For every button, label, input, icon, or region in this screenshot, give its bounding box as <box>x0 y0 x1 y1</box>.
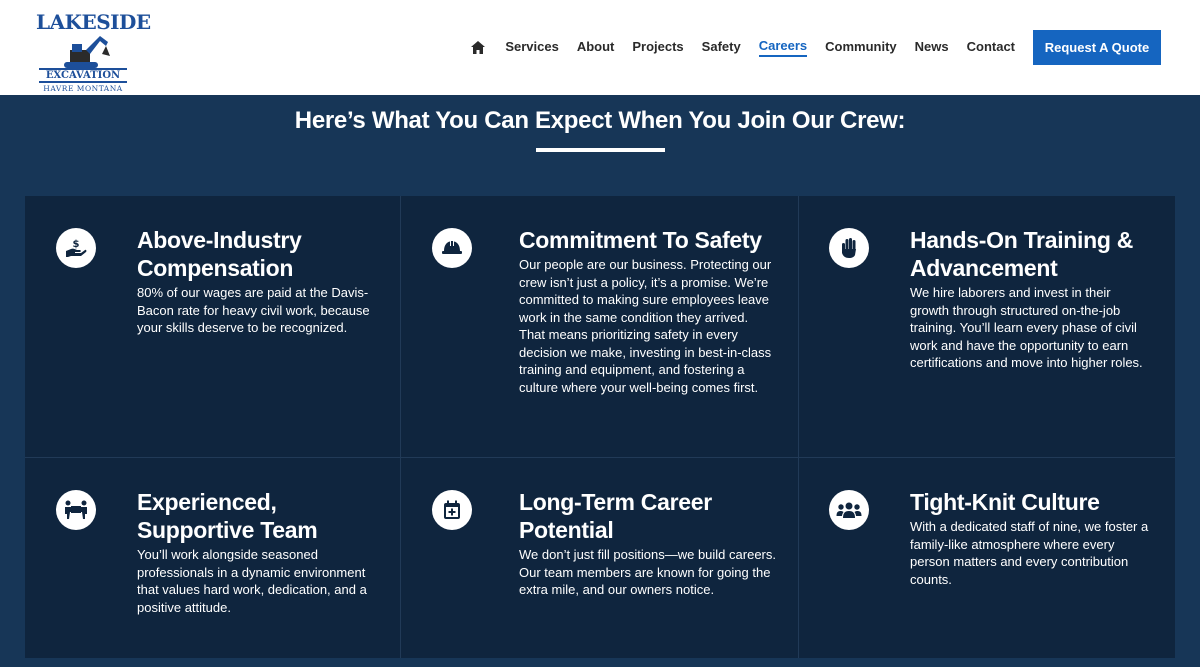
nav-contact[interactable]: Contact <box>967 39 1015 56</box>
card-title: Above-Industry Compensation <box>137 227 302 281</box>
calendar-plus-icon <box>432 490 472 530</box>
logo-band: EXCAVATION <box>39 68 127 83</box>
section-title: Here’s What You Can Expect When You Join… <box>294 107 906 134</box>
benefits-grid: $ Above-Industry Compensation 80% of our… <box>25 196 1175 658</box>
benefit-card-culture: Tight-Knit Culture With a dedicated staf… <box>799 458 1175 658</box>
nav-careers[interactable]: Careers <box>758 38 808 57</box>
site-header: LAKESIDE EXCAVATION HAVRE MONTANA Servic… <box>0 0 1200 95</box>
people-carry-icon <box>56 490 96 530</box>
card-text: We hire laborers and invest in their gro… <box>910 285 1143 370</box>
excavator-icon <box>64 36 110 68</box>
card-title: Tight-Knit Culture <box>910 489 1100 515</box>
nav-about[interactable]: About <box>577 39 615 56</box>
nav-services[interactable]: Services <box>505 39 559 56</box>
logo-wordmark: LAKESIDE <box>36 10 151 34</box>
card-title: Experienced, Supportive Team <box>137 489 318 543</box>
nav-community[interactable]: Community <box>825 39 897 56</box>
benefit-card-team: Experienced, Supportive Team You’ll work… <box>25 458 401 658</box>
card-text: 80% of our wages are paid at the Davis-B… <box>137 285 370 335</box>
site-logo[interactable]: LAKESIDE EXCAVATION HAVRE MONTANA <box>36 10 151 93</box>
benefit-card-training: Hands-On Training & Advancement We hire … <box>799 196 1175 458</box>
card-text: We don’t just fill positions—we build ca… <box>519 547 776 597</box>
card-title: Commitment To Safety <box>519 227 762 253</box>
request-quote-button[interactable]: Request A Quote <box>1033 30 1161 65</box>
main-nav: Services About Projects Safety Careers C… <box>471 38 1015 57</box>
nav-projects[interactable]: Projects <box>632 39 683 56</box>
card-text: With a dedicated staff of nine, we foste… <box>910 519 1149 587</box>
logo-location: HAVRE MONTANA <box>43 84 123 93</box>
title-underline <box>536 148 665 152</box>
card-text: You’ll work alongside seasoned professio… <box>137 547 367 615</box>
nav-safety[interactable]: Safety <box>702 39 741 56</box>
card-title: Long-Term Career Potential <box>519 489 712 543</box>
card-title: Hands-On Training & Advancement <box>910 227 1134 281</box>
svg-text:$: $ <box>73 239 80 250</box>
hard-hat-icon <box>432 228 472 268</box>
raised-hand-icon <box>829 228 869 268</box>
benefit-card-safety: Commitment To Safety Our people are our … <box>401 196 799 458</box>
home-icon[interactable] <box>471 40 487 56</box>
hand-dollar-icon: $ <box>56 228 96 268</box>
users-icon <box>829 490 869 530</box>
card-text: Our people are our business. Protecting … <box>519 257 772 395</box>
benefit-card-compensation: $ Above-Industry Compensation 80% of our… <box>25 196 401 458</box>
nav-news[interactable]: News <box>915 39 949 56</box>
benefit-card-career: Long-Term Career Potential We don’t just… <box>401 458 799 658</box>
